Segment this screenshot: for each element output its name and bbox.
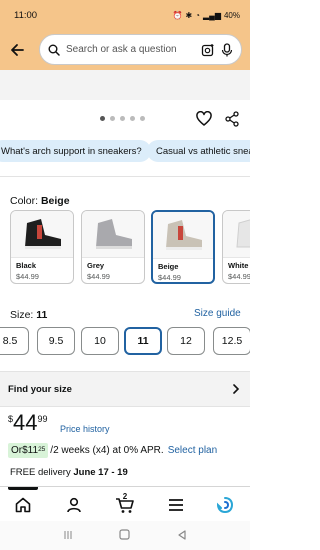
nav-menu[interactable] [164, 493, 188, 517]
size-selected: 11 [36, 309, 48, 321]
variant-price: $44.99 [158, 273, 181, 282]
battery-level: 40% [223, 10, 240, 20]
delivery-prefix: FREE delivery [10, 467, 74, 478]
system-navigation [0, 521, 250, 550]
color-prefix: Color: [10, 195, 41, 207]
wifi-icon: ◔ [195, 10, 200, 20]
share-icon[interactable] [224, 111, 240, 132]
alarm-icon: ⏰ [172, 10, 183, 20]
home-icon [15, 497, 31, 513]
carousel-dot[interactable] [130, 116, 135, 121]
cart-count: 2 [122, 492, 128, 501]
variant-image [82, 211, 144, 257]
variant-name: Black [16, 261, 37, 270]
carousel-dots[interactable] [100, 116, 145, 121]
carousel-dot[interactable] [140, 116, 145, 121]
variant-name: White [228, 261, 249, 270]
variant-image [153, 212, 213, 258]
size-option-8-5[interactable]: 8.5 [0, 327, 29, 355]
product-image-area [0, 70, 250, 100]
status-icons: ⏰ ✱ ◔ ▂▄▆ 40% [172, 11, 240, 20]
variant-name: Grey [87, 261, 105, 270]
size-guide-link[interactable]: Size guide [194, 308, 241, 319]
installment-offer: Or $ 11 25 /2 weeks (x4) at 0% APR. Sele… [8, 443, 217, 458]
variant-beige[interactable]: Beige $44.99 [151, 210, 215, 284]
installment-badge: Or $ 11 25 [8, 443, 49, 458]
price-fraction: 99 [37, 414, 48, 424]
status-time: 11:00 [14, 9, 38, 21]
variant-white[interactable]: White $44.99 [222, 210, 250, 284]
user-icon [67, 497, 81, 513]
installment-prefix: Or [11, 445, 23, 456]
active-tab-indicator [8, 487, 38, 490]
color-selected: Beige [40, 195, 70, 207]
size-option-10[interactable]: 10 [81, 327, 119, 355]
size-option-9-5[interactable]: 9.5 [37, 327, 75, 355]
variant-price: $44.99 [228, 272, 250, 281]
heart-icon[interactable] [196, 110, 212, 132]
find-your-size-row[interactable]: Find your size [0, 371, 250, 407]
variant-image [223, 211, 250, 257]
variant-name: Beige [158, 262, 179, 271]
back-arrow-icon [11, 44, 24, 56]
size-option-12[interactable]: 12 [167, 327, 205, 355]
search-input[interactable]: Search or ask a question [39, 34, 242, 65]
nav-account[interactable] [62, 493, 86, 517]
menu-icon [169, 499, 183, 511]
camera-search-icon[interactable] [201, 43, 215, 57]
size-label: Size: 11 [10, 309, 47, 321]
installment-terms: /2 weeks (x4) at 0% APR. [50, 445, 164, 456]
chevron-right-icon [233, 384, 240, 394]
variant-price: $44.99 [16, 272, 39, 281]
status-bar: 11:00 ⏰ ✱ ◔ ▂▄▆ 40% [0, 0, 250, 30]
variant-image [11, 211, 73, 257]
rufus-assistant-icon [216, 497, 234, 514]
installment-fraction: 25 [38, 446, 46, 453]
recent-apps-icon[interactable] [63, 527, 73, 545]
divider [0, 176, 250, 177]
nav-assistant[interactable] [213, 493, 237, 517]
carousel-dot[interactable] [110, 116, 115, 121]
size-options: 8.5 9.5 10 11 12 12.5 [0, 326, 250, 358]
image-carousel-controls [0, 104, 250, 134]
microphone-icon[interactable] [221, 42, 233, 57]
chip-arch-support[interactable]: What's arch support in sneakers? [0, 140, 151, 162]
size-prefix: Size: [10, 309, 37, 321]
search-icon [48, 44, 60, 56]
color-variants: Black $44.99 Grey $44.99 Beige $44.99 Wh… [0, 208, 250, 286]
variant-grey[interactable]: Grey $44.99 [81, 210, 145, 284]
question-chips: What's arch support in sneakers? Casual … [0, 140, 250, 164]
carousel-dot[interactable] [120, 116, 125, 121]
price-whole: 44 [13, 410, 38, 435]
carousel-dot[interactable] [100, 116, 105, 121]
search-placeholder: Search or ask a question [66, 44, 177, 55]
variant-black[interactable]: Black $44.99 [10, 210, 74, 284]
chip-casual-vs-athletic[interactable]: Casual vs athletic snea [147, 140, 250, 162]
bluetooth-icon: ✱ [185, 10, 193, 20]
back-nav-icon[interactable] [177, 527, 187, 545]
size-option-12-5[interactable]: 12.5 [213, 327, 250, 355]
size-option-11[interactable]: 11 [124, 327, 162, 355]
find-your-size-label: Find your size [8, 383, 72, 395]
nav-cart[interactable]: 2 [113, 492, 137, 517]
installment-whole: 11 [27, 445, 39, 456]
price: $ 44 99 [8, 411, 48, 435]
delivery-info: FREE delivery June 17 - 19 [10, 467, 128, 478]
search-header: Search or ask a question [0, 30, 250, 70]
variant-price: $44.99 [87, 272, 110, 281]
delivery-dates: June 17 - 19 [73, 467, 128, 478]
select-plan-link[interactable]: Select plan [168, 445, 217, 456]
color-label: Color: Beige [10, 195, 70, 207]
price-history-link[interactable]: Price history [60, 424, 110, 434]
back-button[interactable] [2, 35, 32, 65]
bottom-navigation: 2 [0, 486, 250, 521]
home-button-icon[interactable] [119, 527, 131, 545]
nav-home[interactable] [11, 493, 35, 517]
signal-icon: ▂▄▆ [203, 10, 221, 20]
